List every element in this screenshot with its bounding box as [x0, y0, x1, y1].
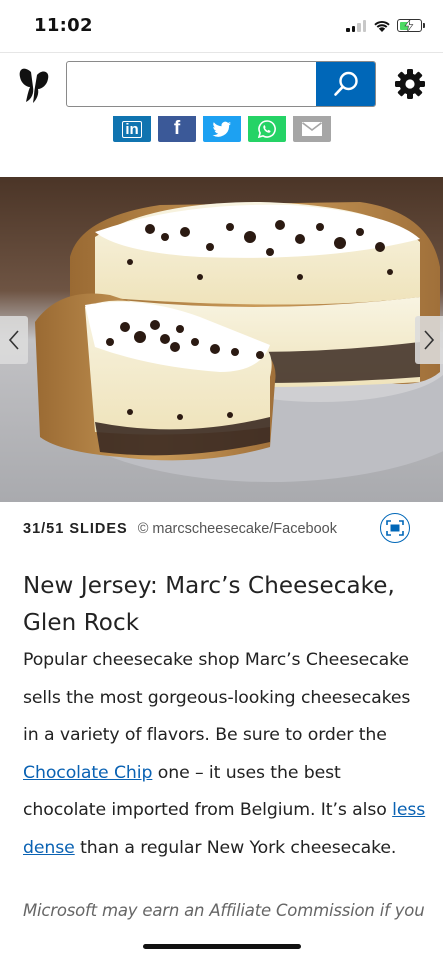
chevron-left-icon	[8, 330, 19, 350]
fullscreen-button[interactable]	[380, 513, 410, 543]
battery-tip	[423, 23, 425, 28]
search-input[interactable]	[68, 63, 313, 105]
slide-counter: 31/51 SLIDES	[23, 521, 128, 537]
next-slide-button[interactable]	[415, 316, 443, 364]
header-divider	[0, 52, 443, 53]
home-indicator[interactable]	[143, 944, 301, 949]
fullscreen-icon	[386, 520, 404, 536]
slide-image[interactable]	[0, 177, 443, 502]
affiliate-disclaimer: Microsoft may earn an Affiliate Commissi…	[23, 901, 425, 920]
gear-icon[interactable]	[394, 68, 426, 100]
facebook-icon: f	[173, 118, 181, 139]
charging-bolt-icon	[404, 19, 414, 32]
share-email-button[interactable]	[293, 116, 331, 142]
previous-slide-button[interactable]	[0, 316, 28, 364]
msn-butterfly-icon[interactable]	[17, 66, 51, 104]
search-button[interactable]	[316, 62, 375, 106]
slide-title: New Jersey: Marc’s Cheesecake, Glen Rock	[23, 573, 395, 636]
status-time: 11:02	[34, 15, 93, 36]
slide-description: Popular cheesecake shop Marc’s Cheesecak…	[23, 642, 427, 868]
slide-caption-row: 31/51 SLIDES © marcscheesecake/Facebook	[23, 518, 337, 540]
description-text: than a regular New York cheesecake.	[74, 837, 397, 858]
whatsapp-icon	[257, 120, 276, 139]
image-credit: © marcscheesecake/Facebook	[137, 521, 337, 537]
cellular-signal-icon	[346, 20, 368, 32]
wifi-icon	[374, 20, 390, 32]
share-whatsapp-button[interactable]	[248, 116, 286, 142]
cheesecake-photo	[0, 177, 443, 502]
chevron-right-icon	[424, 330, 435, 350]
description-text: Popular cheesecake shop Marc’s Cheesecak…	[23, 650, 411, 746]
linkedin-icon: in	[122, 120, 142, 138]
share-twitter-button[interactable]	[203, 116, 241, 142]
status-bar: 11:02	[0, 0, 443, 52]
chocolate-chip-link[interactable]: Chocolate Chip	[23, 763, 152, 783]
email-icon	[302, 122, 322, 136]
twitter-icon	[212, 121, 231, 137]
search-icon	[333, 71, 358, 96]
share-facebook-button[interactable]: f	[158, 116, 196, 142]
share-linkedin-button[interactable]: in	[113, 116, 151, 142]
